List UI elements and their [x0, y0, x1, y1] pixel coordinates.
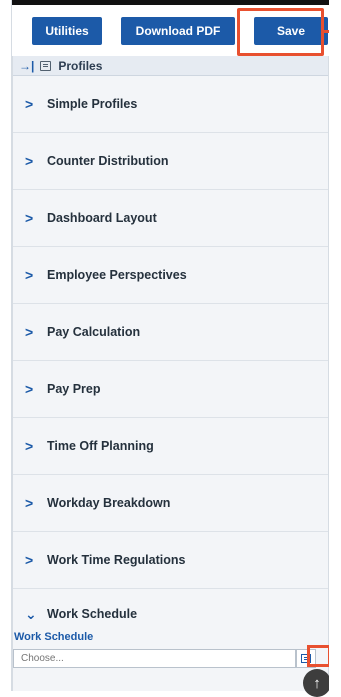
section-workday-breakdown[interactable]: > Workday Breakdown	[13, 475, 328, 532]
chevron-right-icon: >	[25, 381, 34, 397]
profiles-icon	[40, 60, 52, 71]
section-label: Dashboard Layout	[47, 211, 157, 225]
section-label: Work Schedule	[47, 607, 138, 621]
work-schedule-input[interactable]	[13, 649, 296, 668]
section-label: Employee Perspectives	[47, 268, 187, 282]
chevron-right-icon: >	[25, 267, 34, 283]
left-edge	[0, 0, 12, 691]
profiles-panel: →| Profiles > Simple Profiles > Counter …	[12, 56, 329, 691]
section-label: Pay Calculation	[47, 325, 141, 339]
section-dashboard-layout[interactable]: > Dashboard Layout	[13, 190, 328, 247]
chevron-right-icon: >	[25, 438, 34, 454]
lookup-highlight-box	[307, 645, 331, 667]
panel-header: →| Profiles	[13, 56, 328, 76]
section-label: Counter Distribution	[47, 154, 169, 168]
chevron-right-icon: >	[25, 210, 34, 226]
work-schedule-field-label: Work Schedule	[14, 631, 94, 643]
chevron-down-icon: ⌄	[25, 605, 37, 622]
collapse-right-icon[interactable]: →|	[19, 59, 34, 73]
section-pay-calculation[interactable]: > Pay Calculation	[13, 304, 328, 361]
chevron-right-icon: >	[25, 495, 34, 511]
section-label: Pay Prep	[47, 382, 101, 396]
arrow-up-icon: ↑	[313, 674, 321, 692]
save-highlight-box	[237, 8, 324, 56]
section-work-time-regulations[interactable]: > Work Time Regulations	[13, 532, 328, 589]
section-simple-profiles[interactable]: > Simple Profiles	[13, 76, 328, 133]
utilities-button[interactable]: Utilities	[32, 17, 102, 45]
chevron-right-icon: >	[25, 552, 34, 568]
section-pay-prep[interactable]: > Pay Prep	[13, 361, 328, 418]
section-label: Work Time Regulations	[47, 553, 186, 567]
panel-title: Profiles	[58, 58, 103, 73]
chevron-right-icon: >	[25, 153, 34, 169]
section-counter-distribution[interactable]: > Counter Distribution	[13, 133, 328, 190]
section-label: Time Off Planning	[47, 439, 154, 453]
chevron-right-icon: >	[25, 96, 34, 112]
page: Utilities Download PDF Save →| Profiles …	[0, 0, 341, 697]
section-label: Simple Profiles	[47, 97, 138, 111]
section-employee-perspectives[interactable]: > Employee Perspectives	[13, 247, 328, 304]
scroll-to-top-button[interactable]: ↑	[303, 669, 331, 697]
section-label: Workday Breakdown	[47, 496, 171, 510]
chevron-right-icon: >	[25, 324, 34, 340]
right-margin	[329, 0, 341, 691]
section-time-off-planning[interactable]: > Time Off Planning	[13, 418, 328, 475]
download-pdf-button[interactable]: Download PDF	[121, 17, 235, 45]
